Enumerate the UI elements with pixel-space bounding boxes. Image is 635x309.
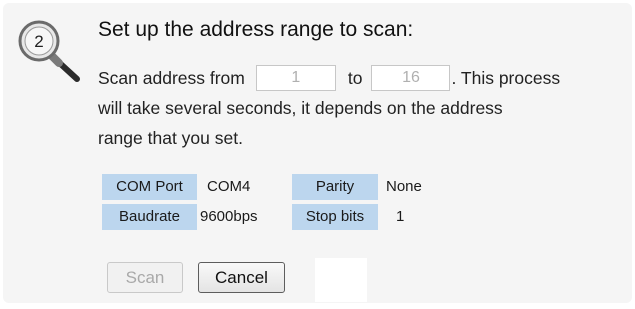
scan-button[interactable]: Scan xyxy=(107,262,183,293)
page-title: Set up the address range to scan: xyxy=(98,18,414,41)
scan-setup-panel: 2 Set up the address range to scan: Scan… xyxy=(3,3,632,303)
cancel-button[interactable]: Cancel xyxy=(198,262,285,293)
scan-note-start: . This process xyxy=(451,67,561,88)
parity-value: None xyxy=(386,178,422,195)
blank-overlay xyxy=(315,258,367,302)
stop-bits-value: 1 xyxy=(396,208,405,225)
stop-bits-label: Stop bits xyxy=(292,204,378,230)
magnifier-step-icon: 2 xyxy=(18,20,80,82)
com-port-value: COM4 xyxy=(207,178,251,195)
button-bar: Scan Cancel xyxy=(107,262,285,293)
address-from-input[interactable] xyxy=(255,65,336,91)
address-to-input[interactable] xyxy=(371,65,451,91)
step-number: 2 xyxy=(34,32,43,51)
com-port-label: COM Port xyxy=(102,174,197,200)
baudrate-label: Baudrate xyxy=(102,204,197,230)
scan-range-line: Scan address from to . This process xyxy=(98,65,560,91)
scan-note-line-2: will take several seconds, it depends on… xyxy=(98,98,503,118)
parity-label: Parity xyxy=(292,174,378,200)
scan-note-line-3: range that you set. xyxy=(98,128,243,148)
scan-from-label: Scan address from xyxy=(98,67,245,88)
baudrate-value: 9600bps xyxy=(200,208,258,225)
scan-to-label: to xyxy=(347,67,363,88)
